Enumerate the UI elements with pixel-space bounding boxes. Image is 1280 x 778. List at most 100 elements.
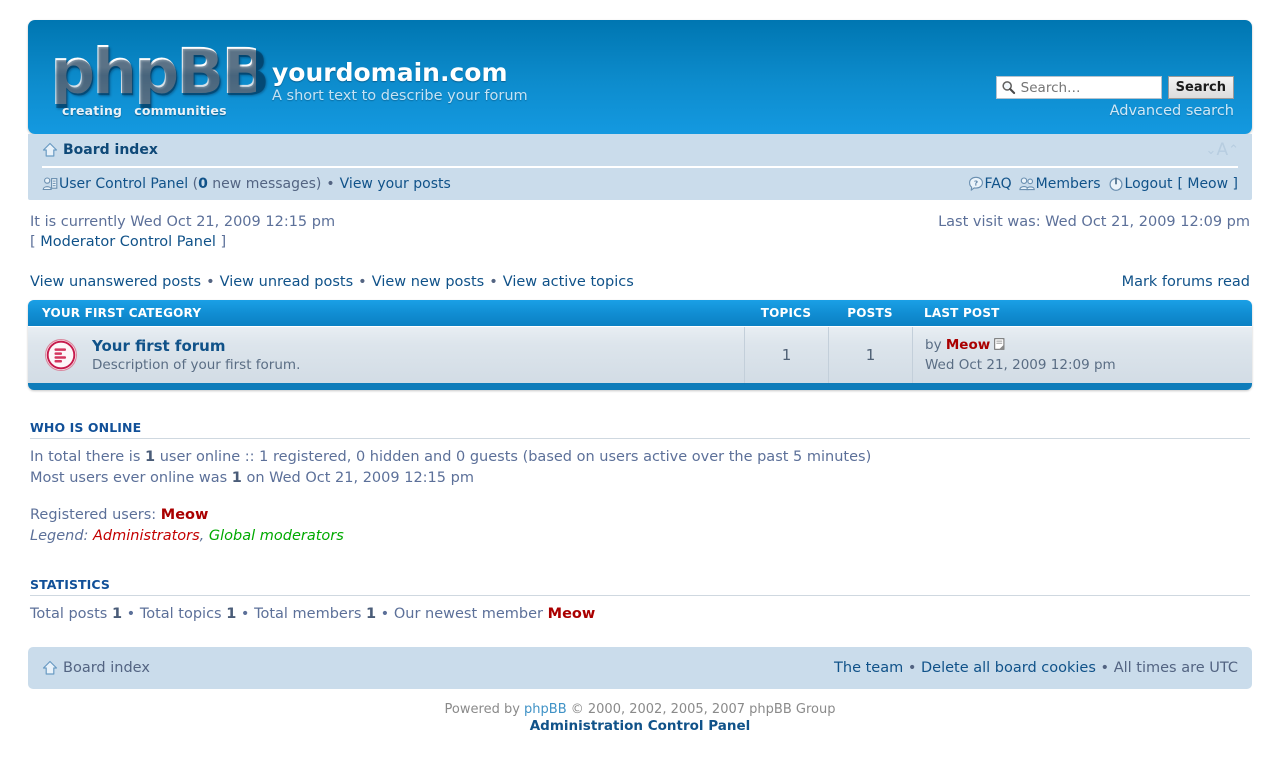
- moderator-control-panel-row: [ Moderator Control Panel ]: [30, 232, 335, 252]
- forum-name-link[interactable]: Your first forum: [92, 336, 300, 356]
- view-unread-posts-link[interactable]: View unread posts: [220, 274, 354, 290]
- nav-row-breadcrumb: Board index ⌄ A ⌃: [42, 134, 1239, 168]
- forum-unread-icon[interactable]: [44, 338, 78, 372]
- site-description: A short text to describe your forum: [272, 88, 528, 104]
- legend-line: Legend: Administrators, Global moderator…: [30, 526, 1250, 547]
- breadcrumb-label[interactable]: Board index: [63, 142, 158, 158]
- nav-links-right: ? FAQ Members Logout [Meow]: [968, 176, 1238, 192]
- footer-links: The team • Delete all board cookies • Al…: [834, 660, 1238, 676]
- forum-page: phpBB creating communities yourdomain.com…: [0, 20, 1280, 735]
- column-header-lastpost: LAST POST: [924, 306, 1000, 320]
- font-size-changer[interactable]: ⌄ A ⌃: [1206, 141, 1239, 159]
- user-control-panel-label[interactable]: User Control Panel: [59, 176, 188, 192]
- forum-description: Description of your first forum.: [92, 357, 301, 373]
- advanced-search-link[interactable]: Advanced search: [996, 103, 1234, 119]
- search-input[interactable]: [1018, 78, 1157, 97]
- user-control-panel-icon: [42, 177, 58, 191]
- legend-comma: ,: [199, 528, 209, 544]
- total-members-label: • Total members: [236, 606, 366, 622]
- view-your-posts-link[interactable]: View your posts: [340, 176, 451, 192]
- quicklink-sep-1: •: [206, 274, 215, 290]
- admin-control-panel-link[interactable]: Administration Control Panel: [28, 718, 1252, 735]
- increase-font-icon[interactable]: ⌃: [1228, 142, 1239, 159]
- user-control-panel-link[interactable]: User Control Panel: [42, 176, 188, 192]
- mark-forums-read-link[interactable]: Mark forums read: [1122, 274, 1250, 290]
- legend-global-moderators-link[interactable]: Global moderators: [209, 528, 344, 544]
- current-time: It is currently Wed Oct 21, 2009 12:15 p…: [30, 214, 336, 230]
- logout-label[interactable]: Logout: [1125, 176, 1173, 192]
- phpbb-link[interactable]: phpBB: [524, 702, 567, 717]
- online-record-prefix: Most users ever online was: [30, 470, 232, 486]
- quick-links-row: View unanswered posts • View unread posts •…: [28, 252, 1252, 300]
- online-total-suffix: user online :: 1 registered, 0 hidden an…: [155, 449, 872, 465]
- online-total-prefix: In total there is: [30, 449, 146, 465]
- registered-user-link[interactable]: Meow: [161, 507, 209, 523]
- search-box[interactable]: [995, 76, 1162, 99]
- current-time-block: It is currently Wed Oct 21, 2009 12:15 p…: [30, 212, 335, 252]
- view-unanswered-posts-link[interactable]: View unanswered posts: [30, 274, 201, 290]
- logo-area[interactable]: phpBB creating communities yourdomain.com…: [50, 35, 528, 119]
- power-icon: [1109, 177, 1123, 191]
- total-posts-value: 1: [111, 606, 123, 622]
- nav-row-links: User Control Panel (0 new messages) • Vi…: [42, 168, 1238, 200]
- search-button[interactable]: Search: [1167, 76, 1234, 99]
- members-link[interactable]: Members: [1018, 176, 1101, 192]
- site-title-block: yourdomain.com A short text to describe …: [272, 59, 528, 116]
- moderator-control-panel-link[interactable]: Moderator Control Panel: [40, 234, 216, 250]
- powered-by-prefix: Powered by: [444, 702, 525, 717]
- registered-users-label: Registered users:: [30, 507, 161, 523]
- footer-bar: Board index The team • Delete all board …: [28, 647, 1252, 689]
- the-team-link[interactable]: The team: [834, 660, 903, 676]
- newest-member-label: • Our newest member: [376, 606, 548, 622]
- who-is-online-title: WHO IS ONLINE: [30, 420, 1250, 439]
- logo-tagline-left: creating: [62, 103, 123, 118]
- logout-link[interactable]: Logout: [1108, 176, 1173, 192]
- footer-board-index-label[interactable]: Board index: [63, 660, 150, 676]
- members-label[interactable]: Members: [1036, 176, 1101, 192]
- legend-label: Legend:: [30, 528, 94, 544]
- statistics-title: STATISTICS: [30, 577, 1250, 596]
- footer-board-index-link[interactable]: Board index: [42, 660, 150, 676]
- newest-member-link[interactable]: Meow: [548, 606, 596, 622]
- column-header-topics: TOPICS: [760, 306, 812, 320]
- faq-icon: ?: [968, 176, 983, 191]
- faq-link[interactable]: ? FAQ: [968, 176, 1012, 192]
- total-topics-label: • Total topics: [122, 606, 227, 622]
- phpbb-logo-text: phpBB: [50, 35, 269, 108]
- category-title[interactable]: YOUR FIRST CATEGORY: [28, 306, 744, 320]
- new-messages-count: 0: [198, 176, 208, 192]
- table-row: Your first forum Description of your fir…: [28, 326, 1252, 383]
- view-active-topics-link[interactable]: View active topics: [503, 274, 634, 290]
- nav-links-left: User Control Panel (0 new messages) • Vi…: [42, 176, 451, 192]
- footer-sep-1: •: [903, 660, 921, 676]
- who-is-online-section: WHO IS ONLINE In total there is 1 user o…: [28, 420, 1252, 547]
- breadcrumb[interactable]: Board index: [42, 142, 158, 158]
- search-icon: [1002, 81, 1015, 95]
- delete-cookies-link[interactable]: Delete all board cookies: [921, 660, 1096, 676]
- decrease-font-icon[interactable]: ⌄: [1206, 142, 1217, 159]
- online-record-line: Most users ever online was 1 on Wed Oct …: [30, 468, 1250, 489]
- goto-last-post-icon[interactable]: [994, 338, 1006, 350]
- forum-main-cell: Your first forum Description of your fir…: [28, 327, 744, 383]
- last-post-author-line: by Meow: [925, 335, 1252, 355]
- registered-users-line: Registered users: Meow: [30, 505, 1250, 526]
- faq-label[interactable]: FAQ: [985, 176, 1012, 192]
- nav-separator: •: [326, 176, 335, 192]
- header-search-area: Search Advanced search: [995, 76, 1234, 119]
- forum-list-table: YOUR FIRST CATEGORY TOPICS POSTS LAST PO…: [28, 300, 1252, 390]
- logo-tagline-right: communities: [134, 103, 227, 118]
- forum-text-block: Your first forum Description of your fir…: [92, 336, 300, 374]
- phpbb-logo[interactable]: phpBB creating communities: [50, 35, 269, 119]
- mcp-open-bracket: [: [30, 234, 41, 250]
- total-posts-label: Total posts: [30, 606, 112, 622]
- statistics-body: Total posts 1 • Total topics 1 • Total m…: [30, 596, 1250, 625]
- who-is-online-body: In total there is 1 user online :: 1 reg…: [30, 439, 1250, 547]
- search-row: Search: [995, 76, 1234, 99]
- site-name: yourdomain.com: [272, 58, 508, 87]
- online-record-count: 1: [231, 470, 242, 486]
- powered-by-line: Powered by phpBB © 2000, 2002, 2005, 200…: [28, 701, 1252, 718]
- last-post-author-link[interactable]: Meow: [946, 337, 990, 353]
- view-new-posts-link[interactable]: View new posts: [372, 274, 484, 290]
- legend-administrators-link[interactable]: Administrators: [93, 528, 200, 544]
- timezone-label: All times are UTC: [1113, 660, 1238, 676]
